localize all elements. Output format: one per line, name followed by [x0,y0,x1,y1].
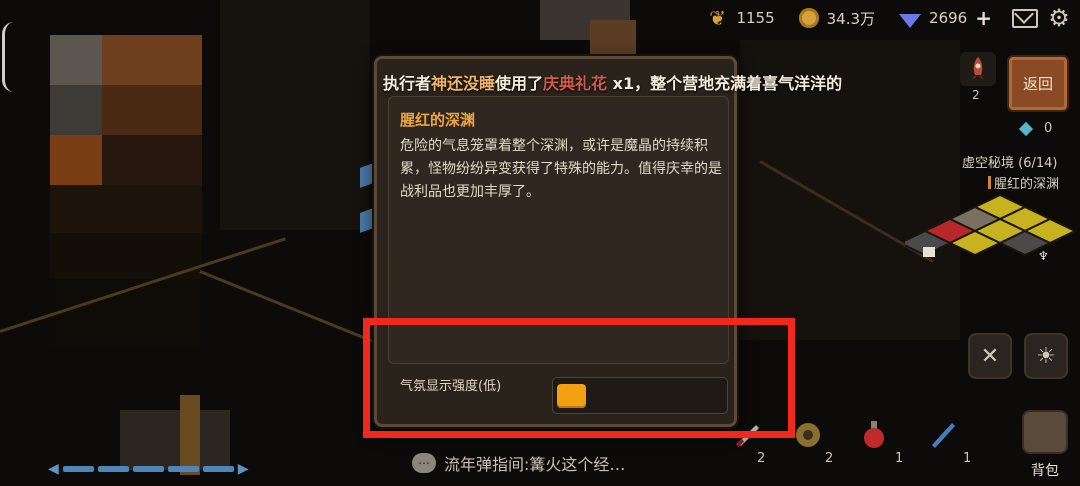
world-tile [50,35,102,85]
chat-icon: … [412,453,436,473]
door-icon [923,247,935,257]
dungeon-name: 虚空秘境 (6/14) [962,156,1058,171]
announcement-banner: 执行者神还没睡使用了庆典礼花 x1，整个营地充满着喜气洋洋的 [383,70,943,94]
world-tile [102,135,202,185]
item-slot[interactable] [790,415,826,451]
hp-bar: ◀ ▶ [48,461,270,477]
announcement-prefix: 执行者 [383,74,432,93]
backpack-icon [1022,410,1068,454]
gem-resource: 2696 + [899,6,992,30]
announcement-verb: 使用了 [495,74,544,93]
item-slot[interactable] [856,415,892,451]
resource-bar: ❦ 1155 34.3万 2696 + ⚙ [706,4,1070,32]
bag-label: 背包 [1031,463,1059,479]
back-button[interactable]: 返回 [1007,55,1069,112]
announcement-suffix: x1，整个营地充满着喜气洋洋的 [607,74,843,93]
hp-segment [202,466,234,472]
minimap[interactable]: ♆ [905,185,1080,285]
coin-icon [798,8,819,28]
item-slot[interactable] [924,415,960,451]
potion-icon [864,421,884,448]
screen-edge [2,22,15,92]
chat-preview[interactable]: … 流年弹指间:篝火这个经… [412,451,625,475]
wheat-icon: ❦ [709,6,726,30]
hp-segment [62,466,94,472]
world-tile [102,85,202,135]
food-resource: ❦ 1155 [706,6,775,30]
rocket-icon [972,57,984,80]
food-count: 1155 [736,9,775,27]
hp-segment [132,466,164,472]
rocket-count: 2 [972,88,980,102]
highlight-box [363,318,795,438]
gold-count: 34.3万 [826,9,876,28]
panel-title: 腥红的深渊 [400,111,476,129]
wand-icon [932,423,955,448]
mail-icon[interactable] [1012,8,1038,28]
crystal-count: 0 [1044,121,1053,136]
hp-segment [97,466,129,472]
rocket-item-slot[interactable] [960,52,996,86]
announcement-item: 庆典礼花 [543,74,608,93]
diamond-icon [899,14,922,28]
trap-icon: ♆ [1038,249,1049,263]
panel-description: 危险的气息笼罩着整个深渊，或许是魔晶的持续积累，怪物纷纷异变获得了特殊的能力。值… [400,138,722,200]
announcement-actor: 神还没睡 [431,74,496,93]
gem-count: 2696 [929,9,968,27]
gold-resource: 34.3万 [798,8,876,29]
world-structure [120,410,230,470]
bag-button[interactable]: 背包 [1017,410,1073,480]
world-tile [50,185,202,233]
chat-text: 流年弹指间:篝火这个经… [444,455,626,474]
floor-edge [199,270,386,348]
item-count: 1 [963,451,972,466]
item-count: 2 [757,451,766,466]
plus-icon[interactable]: + [975,6,992,30]
world-tile [102,35,202,85]
gear-icon[interactable]: ⚙ [1048,6,1070,30]
world-crate [590,20,636,56]
item-count: 1 [895,451,904,466]
skill-button[interactable]: ✕ [968,333,1012,379]
world-tile [50,135,102,185]
arrow-left-icon: ◀ [48,461,59,477]
gear-coin-icon [796,423,820,447]
item-count: 2 [825,451,834,466]
world-floor [220,0,370,230]
hp-segment [167,466,199,472]
lightbulb-button[interactable]: ☀ [1024,333,1068,379]
world-tile [50,85,102,135]
arrow-right-icon: ▶ [237,461,249,477]
